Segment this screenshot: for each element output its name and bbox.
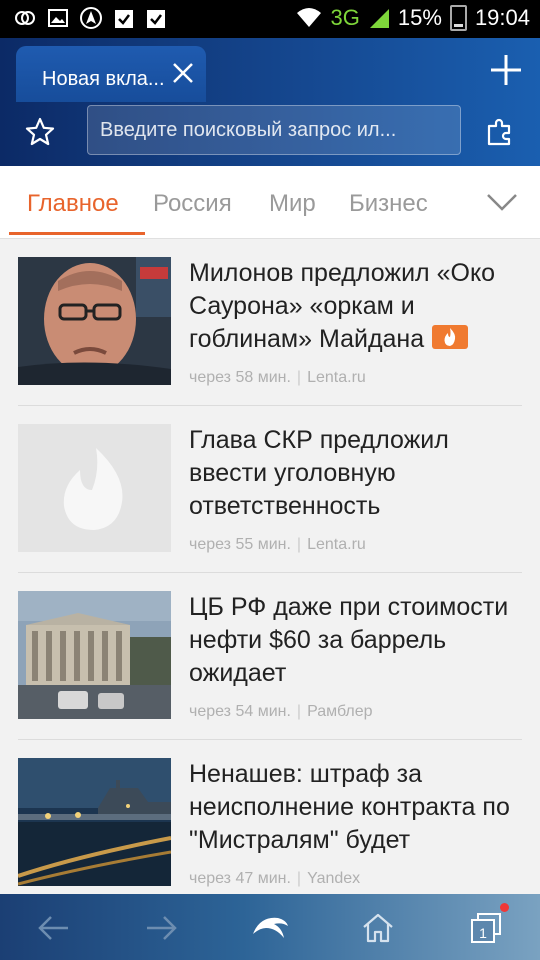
- news-item[interactable]: ЦБ РФ даже при стоимости нефти $60 за ба…: [0, 573, 540, 740]
- browser-tab[interactable]: Новая вкла...: [16, 46, 206, 102]
- network-type: 3G: [330, 5, 360, 30]
- tabs-icon[interactable]: 1: [468, 910, 504, 946]
- navigation-icon: [80, 7, 102, 29]
- status-bar: 3G 15% 19:04: [0, 0, 540, 38]
- news-source: Yandex: [307, 870, 361, 887]
- news-time: через 54 мин.: [189, 703, 291, 720]
- clock: 19:04: [474, 5, 530, 30]
- news-item[interactable]: Ненашев: штраф за неисполнение контракта…: [0, 740, 540, 894]
- home-icon[interactable]: [360, 910, 396, 946]
- news-thumbnail: [18, 758, 171, 886]
- active-tab-indicator: [9, 232, 145, 235]
- news-source: Рамблер: [307, 703, 373, 720]
- clipboard-check-icon: [147, 10, 165, 28]
- category-tabs: Главное Россия Мир Бизнес: [0, 166, 540, 239]
- news-title: Милонов предложил «Око Саурона» «оркам и…: [189, 259, 496, 353]
- news-item[interactable]: Глава СКР предложил ввести уголовную отв…: [0, 406, 540, 573]
- hot-badge: [432, 325, 469, 350]
- browser-header: Новая вкла...: [0, 38, 540, 166]
- image-icon: [48, 9, 68, 27]
- news-list: Милонов предложил «Око Саурона» «оркам и…: [0, 239, 540, 894]
- news-item[interactable]: Милонов предложил «Око Саурона» «оркам и…: [0, 239, 540, 406]
- new-tab-plus-icon[interactable]: [488, 52, 524, 88]
- close-icon[interactable]: [170, 60, 196, 86]
- news-source: Lenta.ru: [307, 536, 366, 553]
- bookmark-star-icon[interactable]: [24, 116, 56, 148]
- news-meta: через 55 мин. | Lenta.ru: [189, 536, 366, 553]
- dolphin-menu-icon[interactable]: [250, 910, 290, 946]
- news-meta: через 54 мин. | Рамблер: [189, 703, 373, 720]
- app-icon: [15, 11, 35, 25]
- news-meta: через 47 мин. | Yandex: [189, 870, 361, 887]
- news-source: Lenta.ru: [307, 369, 366, 386]
- news-time: через 47 мин.: [189, 870, 291, 887]
- clipboard-check-icon: [115, 10, 133, 28]
- search-bar[interactable]: [87, 105, 461, 155]
- tab-title: Новая вкла...: [42, 68, 165, 90]
- news-title: ЦБ РФ даже при стоимости нефти $60 за ба…: [189, 593, 509, 687]
- news-thumbnail: [18, 591, 171, 719]
- bottom-toolbar: 1: [0, 894, 540, 960]
- search-input[interactable]: [88, 106, 460, 154]
- fire-icon: [444, 328, 456, 347]
- signal-icon: [369, 9, 389, 28]
- news-time: через 58 мин.: [189, 369, 291, 386]
- tab-world[interactable]: Мир: [269, 190, 316, 218]
- notification-icons: [14, 7, 166, 29]
- back-arrow-icon[interactable]: [36, 910, 72, 946]
- battery-icon: [449, 5, 467, 31]
- system-indicators: 3G 15% 19:04: [295, 5, 530, 31]
- notification-dot: [500, 903, 509, 912]
- news-time: через 55 мин.: [189, 536, 291, 553]
- news-thumbnail: [18, 257, 171, 385]
- tab-russia[interactable]: Россия: [153, 190, 232, 218]
- extensions-puzzle-icon[interactable]: [484, 116, 516, 148]
- news-meta: через 58 мин. | Lenta.ru: [189, 369, 366, 386]
- forward-arrow-icon[interactable]: [143, 910, 179, 946]
- tab-business[interactable]: Бизнес: [349, 190, 428, 218]
- tabs-count: 1: [479, 925, 487, 941]
- wifi-icon: [296, 8, 321, 27]
- battery-percent: 15%: [397, 5, 442, 30]
- news-title: Ненашев: штраф за неисполнение контракта…: [189, 760, 510, 854]
- news-placeholder-thumbnail: [18, 424, 171, 552]
- chevron-down-icon[interactable]: [486, 192, 518, 212]
- tab-main[interactable]: Главное: [27, 190, 119, 218]
- news-title: Глава СКР предложил ввести уголовную отв…: [189, 426, 449, 520]
